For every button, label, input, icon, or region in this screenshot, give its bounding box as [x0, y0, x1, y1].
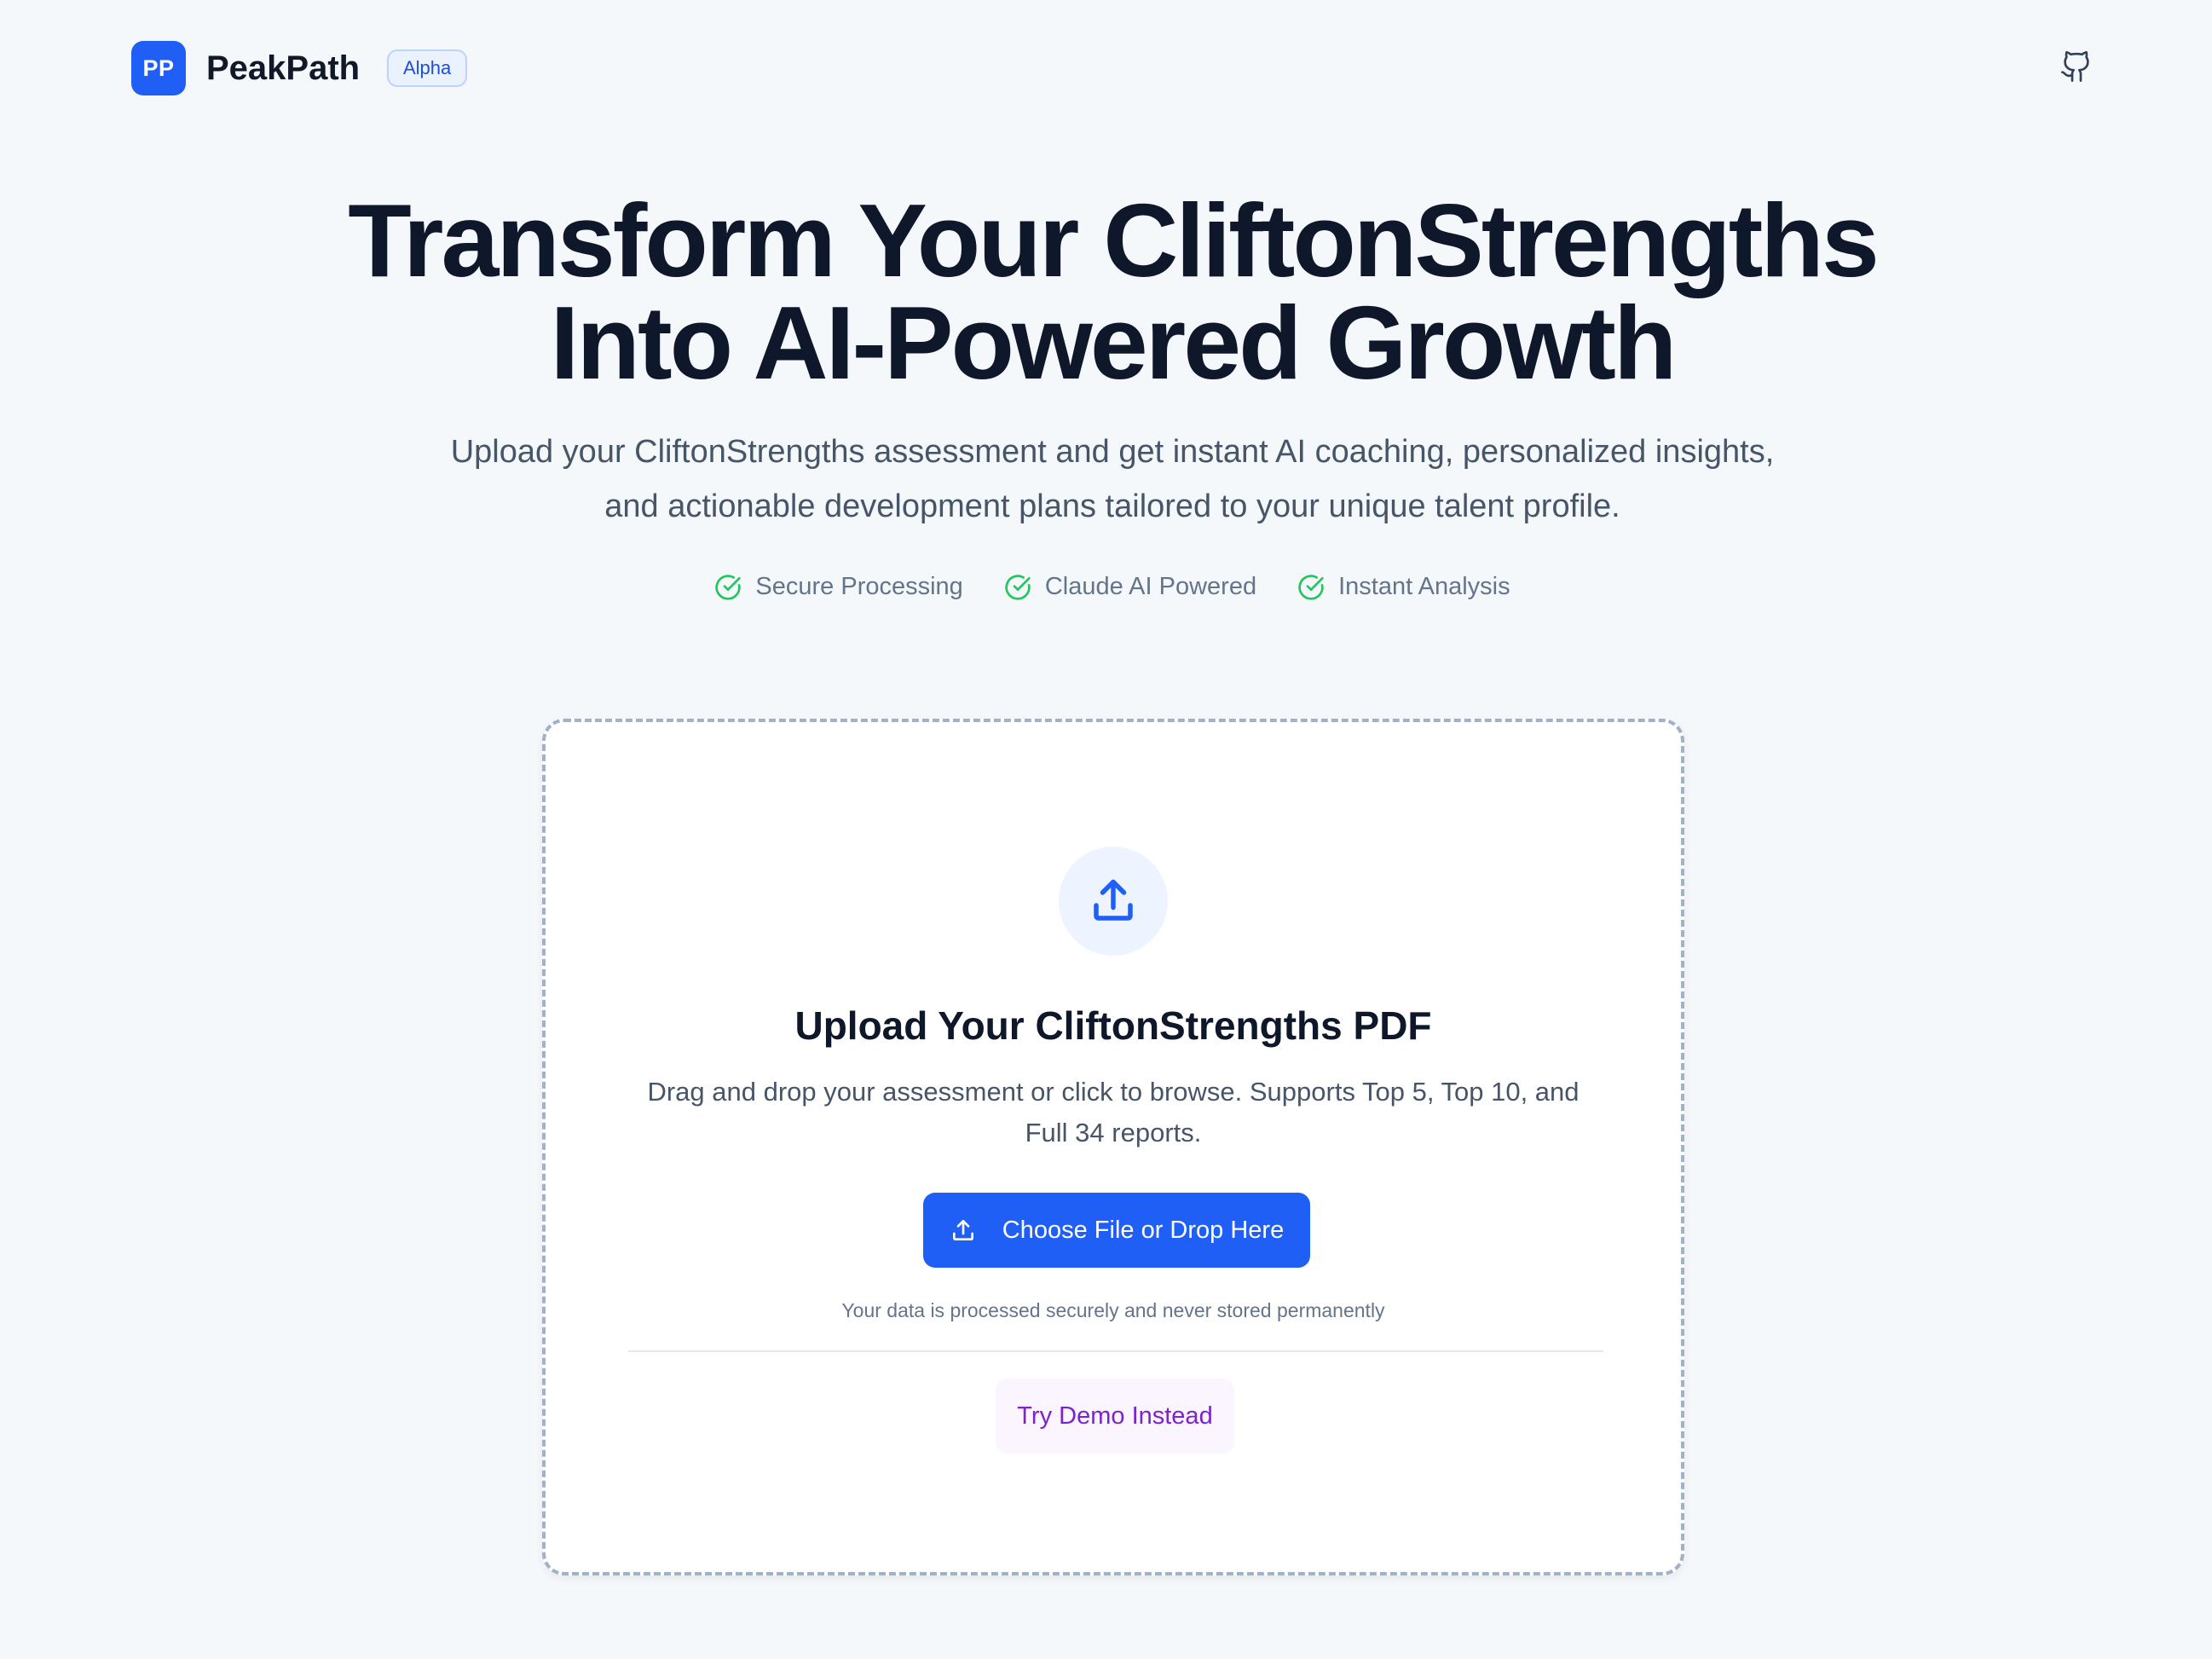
- github-icon[interactable]: [2059, 49, 2094, 84]
- check-circle-icon: [1298, 574, 1324, 600]
- upload-icon-circle: [1059, 847, 1168, 956]
- divider: [628, 1350, 1603, 1352]
- choose-file-label: Choose File or Drop Here: [1002, 1216, 1285, 1244]
- feature-label: Claude AI Powered: [1044, 573, 1257, 600]
- try-demo-button[interactable]: Try Demo Instead: [996, 1379, 1234, 1454]
- privacy-note: Your data is processed securely and neve…: [841, 1299, 1385, 1321]
- hero-title-line-1: Transform Your CliftonStrengths: [348, 182, 1880, 298]
- feature-label: Secure Processing: [755, 573, 963, 600]
- check-circle-icon: [715, 574, 742, 600]
- feature-item: Secure Processing: [714, 573, 963, 601]
- upload-icon: [952, 1220, 973, 1240]
- feature-label: Instant Analysis: [1338, 573, 1510, 600]
- hero-title: Transform Your CliftonStrengths Into AI-…: [0, 182, 2212, 401]
- brand-name[interactable]: PeakPath: [206, 44, 360, 92]
- top-header: PP PeakPath Alpha: [0, 0, 2212, 136]
- feature-list: Secure Processing Claude AI Powered Inst…: [0, 573, 2212, 601]
- alpha-badge: Alpha: [387, 49, 468, 87]
- upload-dropzone[interactable]: Upload Your CliftonStrengths PDF Drag an…: [542, 719, 1684, 1575]
- feature-item: Instant Analysis: [1297, 573, 1510, 601]
- check-circle-icon: [1005, 574, 1031, 600]
- upload-icon: [1094, 879, 1133, 921]
- choose-file-button[interactable]: Choose File or Drop Here: [923, 1193, 1310, 1268]
- upload-description: Drag and drop your assessment or click t…: [647, 1077, 1580, 1147]
- hero-title-line-2: Into AI-Powered Growth: [550, 285, 1678, 401]
- upload-title: Upload Your CliftonStrengths PDF: [794, 1003, 1432, 1048]
- hero-subtitle: Upload your CliftonStrengths assessment …: [450, 434, 1775, 524]
- feature-item: Claude AI Powered: [1004, 573, 1256, 601]
- logo-badge[interactable]: PP: [131, 41, 186, 95]
